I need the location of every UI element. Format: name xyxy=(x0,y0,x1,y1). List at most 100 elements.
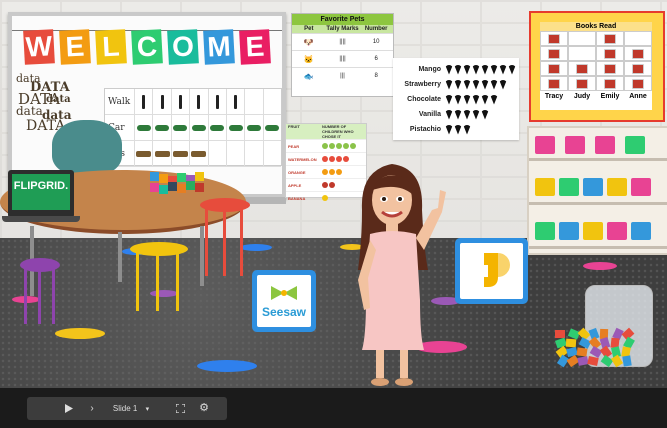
bus-icon xyxy=(154,150,170,157)
fruit-icon xyxy=(322,182,328,188)
transport-cell xyxy=(262,89,281,114)
transport-cell xyxy=(207,115,226,140)
person-icon xyxy=(234,94,238,109)
stool-leg xyxy=(135,250,139,312)
slide-label: Slide 1 xyxy=(112,404,138,413)
ice-cream-cone-icon xyxy=(445,124,453,135)
transport-cell xyxy=(170,141,189,166)
linking-cube xyxy=(150,172,159,181)
ice-cream-cone-icon xyxy=(463,94,471,105)
dog-icon: 🐶 xyxy=(303,37,314,47)
linking-cube xyxy=(177,184,186,193)
bus-icon xyxy=(191,150,207,157)
seesaw-tablet[interactable]: Seesaw xyxy=(252,270,316,332)
ice-cream-cone-icon xyxy=(445,94,453,105)
flipgrid-label: FLIPGRID. xyxy=(13,180,69,192)
storage-bin xyxy=(583,178,603,196)
transport-cell xyxy=(189,141,207,166)
flavor-row: Chocolate xyxy=(393,92,519,107)
fruit-name: PEAR xyxy=(288,143,300,149)
book-icon xyxy=(632,48,644,59)
transport-row: Bus xyxy=(105,141,281,167)
book-icon xyxy=(604,78,616,89)
jamboard-tablet[interactable] xyxy=(455,238,528,304)
linking-cube xyxy=(195,172,204,181)
flavor-label: Strawberry xyxy=(404,81,441,88)
carpet-floor xyxy=(0,238,667,388)
transport-cell xyxy=(152,89,170,114)
transport-cell xyxy=(134,141,152,166)
fish-icon: 🐟 xyxy=(303,71,314,81)
transport-cell xyxy=(225,89,244,114)
book-icon xyxy=(548,48,560,59)
ice-cream-pictograph: Mango Strawberry Chocolate Vanilla Pistachio xyxy=(393,58,519,140)
ice-cream-cone-icon xyxy=(445,64,453,75)
storage-bin xyxy=(535,222,555,240)
seesaw-label: Seesaw xyxy=(261,305,307,319)
floor-spot xyxy=(55,328,105,339)
books-name: Anne xyxy=(629,93,647,100)
person-icon xyxy=(142,94,146,109)
ice-cream-cone-icon xyxy=(472,64,480,75)
bookshelf xyxy=(527,126,667,255)
pets-header: Number xyxy=(364,26,388,32)
fruit-icon xyxy=(329,156,335,162)
cat-icon: 🐱 xyxy=(303,54,314,64)
pets-row: 🐟 ||| 8 xyxy=(292,67,393,84)
fruit-header-right: NUMBER OF CHILDREN WHO CHOSE IT xyxy=(322,124,354,139)
flavor-label: Chocolate xyxy=(407,96,441,103)
storage-bin xyxy=(535,136,555,154)
books-name: Emily xyxy=(600,93,620,100)
linking-cube xyxy=(195,183,204,192)
flavor-label: Mango xyxy=(418,66,441,73)
next-icon[interactable]: › xyxy=(85,397,99,420)
slide-selector[interactable]: Slide 1 ▾ xyxy=(109,397,153,420)
book-icon xyxy=(632,63,644,74)
ice-cream-cone-icon xyxy=(490,64,498,75)
fruit-name: APPLE xyxy=(288,182,302,188)
linking-cube xyxy=(159,185,168,194)
storage-bin xyxy=(595,136,615,154)
fullscreen-icon[interactable] xyxy=(173,397,187,420)
gear-icon[interactable]: ⚙ xyxy=(197,397,211,420)
books-name: Judy xyxy=(573,93,591,100)
pets-header: Tally Marks xyxy=(326,26,359,32)
stool-leg xyxy=(24,266,27,324)
storage-bin xyxy=(565,136,585,154)
person-icon xyxy=(160,94,164,109)
chevron-down-icon: ▾ xyxy=(145,406,150,413)
person-icon xyxy=(197,94,201,109)
transport-tally-chart: Walk CarBus xyxy=(104,88,282,167)
fruit-icon xyxy=(350,143,356,149)
book-icon xyxy=(576,78,588,89)
linking-cube xyxy=(150,183,159,192)
play-icon[interactable] xyxy=(61,397,77,420)
book-icon xyxy=(548,78,560,89)
ice-cream-cone-icon xyxy=(454,124,462,135)
transport-cell xyxy=(189,115,207,140)
books-cell xyxy=(540,31,568,46)
flavor-row: Pistachio xyxy=(393,122,519,137)
transport-cell xyxy=(134,89,152,114)
ice-cream-cone-icon xyxy=(490,79,498,90)
transport-cell xyxy=(170,115,189,140)
classroom-scene: WELCOME data DATA DATA data data data DATA Wal… xyxy=(0,0,667,388)
word-art-text: data xyxy=(16,104,43,118)
transport-cell xyxy=(225,115,244,140)
pattern-block xyxy=(622,355,632,367)
books-chart-title: Books Read xyxy=(540,22,652,31)
transport-row: Walk xyxy=(105,89,281,115)
books-cell xyxy=(624,46,652,61)
fruit-icon xyxy=(322,195,328,201)
person-icon xyxy=(215,94,219,109)
transport-cells xyxy=(134,141,281,166)
fruit-icon xyxy=(329,182,335,188)
transport-cell xyxy=(225,141,244,166)
books-cell xyxy=(568,76,596,91)
welcome-flag-letter: M xyxy=(203,29,235,65)
books-cell xyxy=(596,76,624,91)
laptop[interactable]: FLIPGRID. xyxy=(2,170,80,222)
books-cell xyxy=(568,31,596,46)
person-icon xyxy=(178,94,182,109)
storage-bin xyxy=(559,178,579,196)
